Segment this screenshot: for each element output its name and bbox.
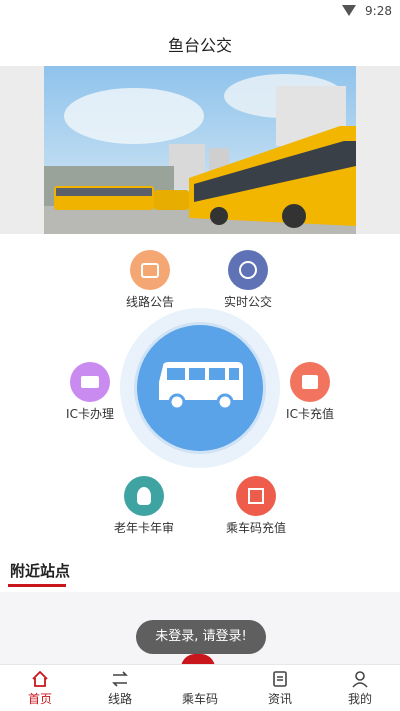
menu-label: 老年卡年审 xyxy=(113,521,174,535)
center-bus-hub[interactable] xyxy=(137,325,263,451)
menu-label: 乘车码充值 xyxy=(225,521,286,535)
menu-ic-card-topup[interactable]: IC卡充值 xyxy=(260,362,360,422)
nearby-title: 附近站点 xyxy=(10,562,71,580)
menu-qr-code-topup[interactable]: 乘车码充值 xyxy=(206,476,306,536)
tab-ride-code[interactable]: 乘车码 xyxy=(160,665,240,711)
news-icon xyxy=(271,670,289,688)
home-icon xyxy=(31,670,49,688)
menu-ic-card-apply[interactable]: IC卡办理 xyxy=(40,362,140,422)
bus-icon xyxy=(159,362,243,411)
bottom-tab-bar: 首页 线路 乘车码 资讯 我的 xyxy=(0,664,400,711)
wifi-icon xyxy=(342,5,356,16)
tab-routes[interactable]: 线路 xyxy=(80,665,160,711)
tab-label: 我的 xyxy=(347,692,372,706)
tab-home[interactable]: 首页 xyxy=(0,665,80,711)
banner[interactable] xyxy=(0,66,400,234)
tab-label: 乘车码 xyxy=(181,692,218,706)
ic-card-icon xyxy=(70,362,110,402)
login-toast: 未登录, 请登录! xyxy=(136,620,266,654)
nearby-title-underline xyxy=(8,584,66,587)
status-time: 9:28 xyxy=(365,4,392,18)
menu-area: 线路公告 实时公交 IC卡办理 IC卡充值 老年卡年审 乘车码充值 xyxy=(0,234,400,546)
title-bar: 鱼台公交 xyxy=(0,24,400,66)
menu-label: IC卡办理 xyxy=(66,407,114,421)
menu-label: 线路公告 xyxy=(125,295,174,309)
profile-icon xyxy=(351,670,369,688)
status-bar: 9:28 xyxy=(0,0,400,24)
nearby-header: 附近站点 xyxy=(0,546,400,592)
tab-label: 资讯 xyxy=(267,692,292,706)
realtime-bus-icon xyxy=(228,250,268,290)
qr-topup-icon xyxy=(236,476,276,516)
tab-label: 线路 xyxy=(107,692,132,706)
menu-realtime-bus[interactable]: 实时公交 xyxy=(198,250,298,310)
announcement-icon xyxy=(130,250,170,290)
menu-label: IC卡充值 xyxy=(286,407,334,421)
menu-elderly-card-review[interactable]: 老年卡年审 xyxy=(94,476,194,536)
tab-profile[interactable]: 我的 xyxy=(320,665,400,711)
route-icon xyxy=(111,670,129,688)
tab-label: 首页 xyxy=(27,692,52,706)
menu-label: 实时公交 xyxy=(223,295,272,309)
tab-news[interactable]: 资讯 xyxy=(240,665,320,711)
page-title: 鱼台公交 xyxy=(167,36,232,55)
menu-route-announcement[interactable]: 线路公告 xyxy=(100,250,200,310)
bus-station-photo xyxy=(44,66,356,234)
qr-code-icon xyxy=(191,670,209,688)
card-topup-icon xyxy=(290,362,330,402)
elderly-icon xyxy=(124,476,164,516)
